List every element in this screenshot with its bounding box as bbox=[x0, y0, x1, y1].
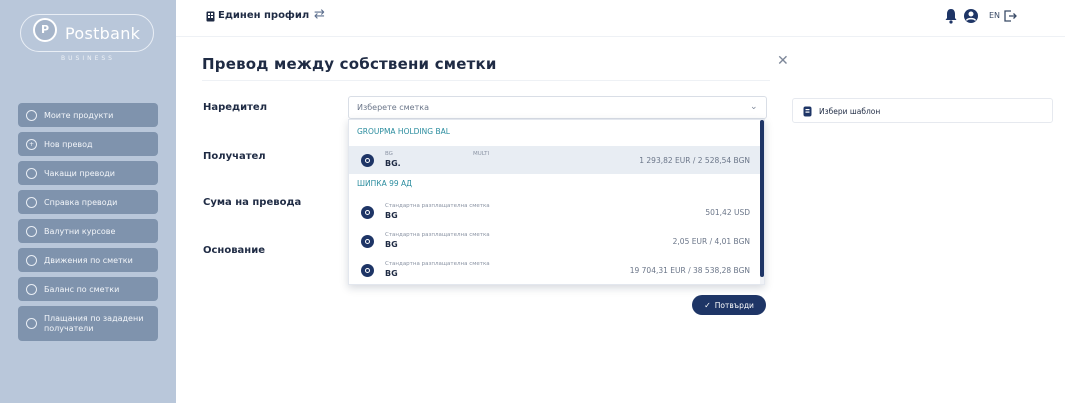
reason-label: Основание bbox=[203, 245, 265, 256]
group-label: GROUPMA HOLDING BAL bbox=[357, 127, 450, 136]
account-icon bbox=[361, 235, 374, 248]
balance-icon bbox=[26, 283, 37, 295]
sidebar-item-account-balance[interactable]: Баланс по сметки bbox=[18, 277, 158, 301]
account-currency: MULTI bbox=[473, 151, 490, 157]
template-label: Избери шаблон bbox=[819, 107, 881, 116]
confirm-button-label: Потвърди bbox=[714, 300, 754, 310]
document-icon bbox=[26, 196, 37, 208]
payees-icon bbox=[26, 318, 37, 329]
sender-account-select[interactable]: Изберете сметка ⌄ bbox=[348, 96, 767, 119]
sidebar-item-label: Движения по сметки bbox=[44, 255, 133, 265]
sidebar-item-my-products[interactable]: Моите продукти bbox=[18, 103, 158, 127]
logout-icon[interactable] bbox=[1003, 9, 1017, 23]
plus-circle-icon: + bbox=[26, 138, 37, 150]
currency-icon bbox=[26, 225, 37, 237]
top-divider bbox=[176, 36, 1065, 37]
profile-selector-label[interactable]: Единен профил bbox=[218, 10, 309, 21]
dropdown-scrollbar[interactable] bbox=[760, 120, 764, 284]
account-type: Стандартна разплащателна сметка bbox=[385, 261, 490, 267]
sidebar-item-exchange-rates[interactable]: Валутни курсове bbox=[18, 219, 158, 243]
account-balance: 2,05 EUR / 4,01 BGN bbox=[672, 237, 750, 246]
language-switch[interactable]: EN bbox=[989, 11, 1000, 20]
dropdown-scrollbar-thumb[interactable] bbox=[760, 120, 764, 277]
account-type: Стандартна разплащателна сметка bbox=[385, 232, 490, 238]
sidebar-item-label: Моите продукти bbox=[44, 110, 114, 120]
sidebar-item-label: Чакащи преводи bbox=[44, 168, 115, 178]
sidebar-item-payments-to-payees[interactable]: Плащания по зададени получатели bbox=[18, 306, 158, 341]
sidebar-item-label: Справка преводи bbox=[44, 197, 118, 207]
account-icon bbox=[361, 154, 374, 167]
account-icon bbox=[361, 206, 374, 219]
sidebar-item-label: Валутни курсове bbox=[44, 226, 116, 236]
account-option[interactable]: Стандартна разплащателна сметка BG 501,4… bbox=[349, 198, 762, 226]
choose-template-button[interactable]: Избери шаблон bbox=[792, 98, 1053, 123]
chevron-down-icon: ⌄ bbox=[750, 102, 758, 112]
template-icon bbox=[803, 106, 812, 117]
account-type: BG bbox=[385, 151, 393, 157]
brand-name: Postbank bbox=[65, 24, 141, 43]
amount-label: Сума на превода bbox=[203, 197, 302, 208]
bell-icon[interactable] bbox=[944, 8, 958, 24]
postbank-logo-mark-icon: P bbox=[33, 18, 57, 42]
sidebar-item-transfer-report[interactable]: Справка преводи bbox=[18, 190, 158, 214]
account-type: Стандартна разплащателна сметка bbox=[385, 203, 490, 209]
account-number: BG bbox=[385, 211, 398, 220]
page-title: Превод между собствени сметки bbox=[202, 55, 497, 73]
title-divider bbox=[202, 80, 770, 81]
close-icon[interactable]: ✕ bbox=[777, 53, 789, 69]
brand-subtitle: BUSINESS bbox=[61, 55, 115, 62]
check-icon: ✓ bbox=[704, 300, 711, 310]
sidebar-item-account-movements[interactable]: Движения по сметки bbox=[18, 248, 158, 272]
account-number: BG bbox=[385, 240, 398, 249]
sidebar-item-new-transfer[interactable]: + Нов превод bbox=[18, 132, 158, 156]
sidebar-nav: Моите продукти + Нов превод Чакащи прево… bbox=[18, 103, 158, 346]
transactions-icon bbox=[26, 254, 37, 266]
switch-profile-icon[interactable]: ⇄ bbox=[314, 7, 325, 22]
group-label: ШИПКА 99 АД bbox=[357, 179, 413, 188]
account-dropdown: GROUPMA HOLDING BAL BG MULTI BG. 1 293,8… bbox=[348, 119, 765, 285]
account-balance: 1 293,82 EUR / 2 528,54 BGN bbox=[639, 156, 750, 165]
building-icon bbox=[206, 11, 215, 22]
account-balance: 501,42 USD bbox=[705, 208, 750, 217]
account-option[interactable]: Стандартна разплащателна сметка BG 2,05 … bbox=[349, 227, 762, 255]
sender-select-placeholder: Изберете сметка bbox=[357, 103, 429, 112]
clock-icon bbox=[26, 167, 37, 179]
sender-label: Наредител bbox=[203, 102, 268, 113]
sidebar-item-pending-transfers[interactable]: Чакащи преводи bbox=[18, 161, 158, 185]
account-icon bbox=[361, 264, 374, 277]
account-option[interactable]: Стандартна разплащателна сметка BG 19 70… bbox=[349, 256, 762, 284]
user-icon[interactable] bbox=[963, 8, 979, 24]
account-balance: 19 704,31 EUR / 38 538,28 BGN bbox=[629, 266, 750, 275]
sidebar-item-label: Баланс по сметки bbox=[44, 284, 120, 294]
home-icon bbox=[26, 109, 37, 121]
sidebar-item-label: Нов превод bbox=[44, 139, 93, 149]
account-option[interactable]: BG MULTI BG. 1 293,82 EUR / 2 528,54 BGN bbox=[349, 146, 762, 174]
recipient-label: Получател bbox=[203, 151, 266, 162]
app-root: P Postbank BUSINESS Моите продукти + Нов… bbox=[0, 0, 1065, 403]
account-number: BG bbox=[385, 269, 398, 278]
postbank-logo[interactable]: P Postbank bbox=[20, 14, 154, 52]
sidebar: P Postbank BUSINESS Моите продукти + Нов… bbox=[0, 0, 176, 403]
top-bar: Единен профил ⇄ EN bbox=[176, 0, 1065, 36]
confirm-button[interactable]: ✓ Потвърди bbox=[692, 295, 766, 315]
account-number: BG. bbox=[385, 159, 401, 168]
sidebar-item-label: Плащания по зададени получатели bbox=[44, 313, 144, 333]
